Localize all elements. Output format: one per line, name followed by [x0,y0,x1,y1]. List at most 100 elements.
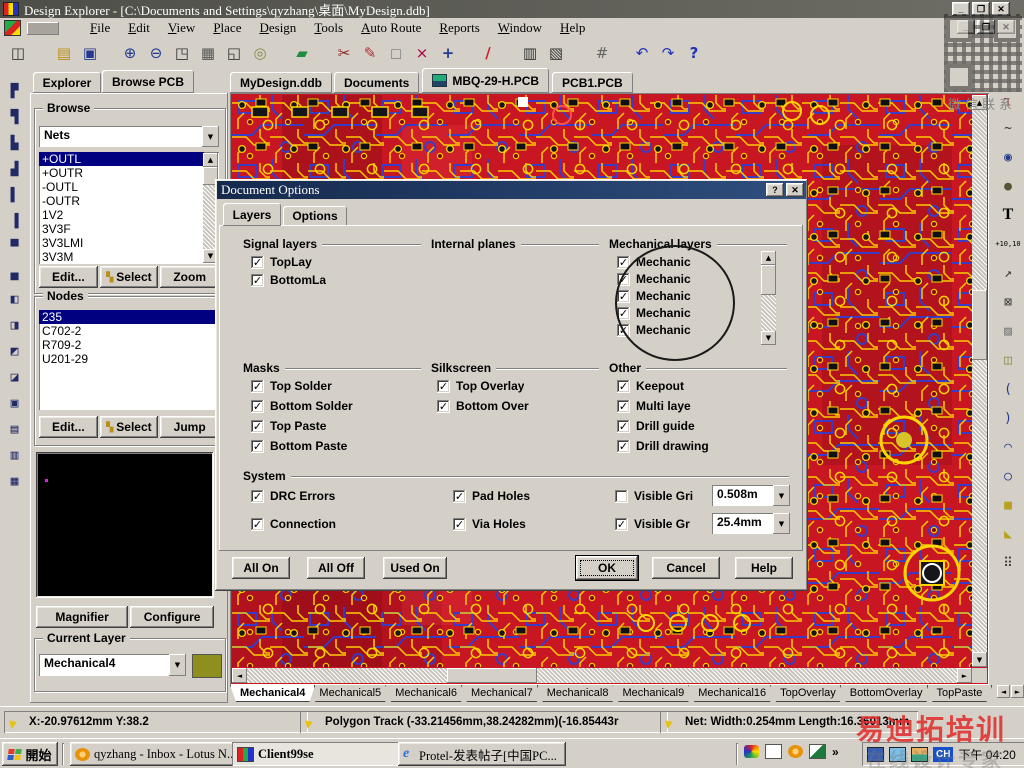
configure-button[interactable]: Configure [130,606,214,628]
list-item[interactable]: 3V3LMI [39,236,204,250]
nodes-select-button[interactable]: ▚ Select [100,416,159,438]
scroll-thumb[interactable] [447,668,537,683]
redo-icon[interactable]: ↷ [656,41,680,65]
task-client99se[interactable]: Client99se [232,742,404,766]
dialog-help-icon[interactable]: ? [766,183,784,197]
menu-place[interactable]: Place [204,18,250,38]
place-pad-icon[interactable]: ● [996,175,1020,197]
nets-edit-button[interactable]: Edit... [39,266,98,288]
task-lotus-notes[interactable]: qyzhang - Inbox - Lotus N... [70,742,238,766]
layer-tabs-right-icon[interactable]: ► [1011,685,1024,698]
board-icon[interactable]: ▰ [290,41,314,65]
zoom-out-icon[interactable]: ⊖ [144,41,168,65]
checkbox-row[interactable]: ✓Drill drawing [617,439,727,453]
place-text-icon[interactable]: T [996,204,1020,226]
align-bottom-icon[interactable]: ◧ [3,288,27,310]
place-array-icon[interactable]: ⠿ [996,552,1020,574]
list-item[interactable]: C702-2 [39,324,219,338]
visible-grid1-combo[interactable]: 0.508m ▼ [712,485,790,506]
list-item[interactable]: -OUTR [39,194,204,208]
menu-help[interactable]: Help [551,18,594,38]
doc-tab-pcb1[interactable]: PCB1.PCB [552,72,633,93]
distribute-h-icon[interactable]: ▟ [3,158,27,180]
list-item[interactable]: 1V2 [39,208,204,222]
deselect-icon[interactable]: × [410,41,434,65]
list-item[interactable]: +OUTR [39,166,204,180]
layer-tab[interactable]: Mechanical8 [537,685,619,702]
layer-tab[interactable]: Mechanical7 [461,685,543,702]
tab-browse-pcb[interactable]: Browse PCB [102,70,194,93]
nets-list[interactable]: +OUTL +OUTR -OUTL -OUTR 1V2 3V3F 3V3LMI … [39,152,219,264]
checkbox-row[interactable]: ✓Bottom Over [437,399,533,413]
canvas-hscrollbar[interactable]: ◄ ► [232,668,972,683]
checkbox-row[interactable]: ✓Top Overlay [437,379,524,393]
list-item[interactable]: 3V3M [39,250,204,264]
zoom-select-icon[interactable]: ◎ [248,41,272,65]
dialog-close-icon[interactable]: ✕ [786,183,804,197]
checkbox-row[interactable]: Visible Gri [615,489,707,503]
checkbox-row[interactable]: ✓Connection [251,517,351,531]
pan-icon[interactable]: ◱ [222,41,246,65]
window-titlebar[interactable]: Design Explorer - [C:\Documents and Sett… [0,0,1024,18]
scroll-up-icon[interactable]: ▲ [761,251,776,265]
chevron-down-icon[interactable]: ▼ [773,485,790,506]
scroll-down-icon[interactable]: ▼ [761,331,776,345]
move-icon[interactable]: + [436,41,460,65]
wand-icon[interactable]: ∕ [476,41,500,65]
select-area-icon[interactable]: ◻ [384,41,408,65]
place-arc-center-icon[interactable]: ( [996,378,1020,400]
list-item[interactable]: U201-29 [39,352,219,366]
scroll-up-icon[interactable]: ▲ [203,153,218,167]
ok-button[interactable]: OK [575,555,639,581]
doc-tab-mbq29h[interactable]: MBQ-29-H.PCB [422,68,549,93]
dialog-titlebar[interactable]: Document Options ? ✕ [217,181,806,199]
distribute-v-icon[interactable]: ◨ [3,314,27,336]
layer-tab[interactable]: Mechanical16 [688,685,776,702]
move-to-grid-icon[interactable]: ▥ [3,444,27,466]
chevron-down-icon[interactable]: ▼ [773,513,790,534]
scroll-left-icon[interactable]: ◄ [232,668,247,683]
list-item[interactable]: +OUTL [39,152,204,166]
space-h-icon[interactable]: ▌ [3,184,27,206]
arrange-room-icon[interactable]: ▣ [3,392,27,414]
zoom-window-icon[interactable]: ◳ [170,41,194,65]
place-via-icon[interactable]: ◉ [996,146,1020,168]
checkbox-row[interactable]: ✓Bottom Solder [251,399,353,413]
list-item[interactable]: 3V3F [39,222,204,236]
scroll-thumb[interactable] [761,265,776,295]
layer-tab[interactable]: Mechanical4 [230,685,315,702]
layer-tab[interactable]: Mechanical9 [612,685,694,702]
place-room-icon[interactable]: ⊠ [996,291,1020,313]
menu-design[interactable]: Design [250,18,305,38]
checkbox-row[interactable]: ✓Via Holes [453,517,526,531]
checkbox-row[interactable]: ✓Top Paste [251,419,326,433]
place-circle-icon[interactable]: ○ [996,465,1020,487]
align-right-icon[interactable]: ▜ [3,106,27,128]
align-vcenter-icon[interactable]: ▄ [3,262,27,284]
checkbox-row[interactable]: ✓TopLay [251,255,312,269]
menu-auto-route[interactable]: Auto Route [352,18,430,38]
print-icon[interactable]: ▦ [196,41,220,65]
canvas-vscrollbar[interactable]: ▲ ▼ [972,95,987,667]
quicklaunch-lotus-icon[interactable] [788,745,803,758]
checkbox-row[interactable]: ✓Drill guide [617,419,695,433]
layer-tab[interactable]: BottomOverlay [840,685,933,702]
place-fill-icon[interactable]: ■ [996,494,1020,516]
place-dimension-icon[interactable]: ↗ [996,262,1020,284]
scroll-thumb[interactable] [972,290,987,360]
place-component-icon[interactable]: ◫ [996,349,1020,371]
layer-tab[interactable]: TopPaste [927,685,993,702]
tab-layers[interactable]: Layers [223,203,281,226]
checkbox-row[interactable]: ✓Bottom Paste [251,439,347,453]
checkbox-row[interactable]: ✓Multi laye [617,399,691,413]
nets-select-button[interactable]: ▚ Select [100,266,159,288]
zoom-in-icon[interactable]: ⊕ [118,41,142,65]
arrange-rect-icon[interactable]: ▤ [3,418,27,440]
checkbox-row[interactable]: ✓Visible Gr [615,517,707,531]
align-top-icon[interactable]: ▀ [3,236,27,258]
shrink-h-icon[interactable]: ▐ [3,210,27,232]
cutter-icon[interactable]: ✂ [332,41,356,65]
align-hcenter-icon[interactable]: ▙ [3,132,27,154]
layer-tab[interactable]: TopOverlay [770,685,846,702]
open-icon[interactable]: ▤ [52,41,76,65]
